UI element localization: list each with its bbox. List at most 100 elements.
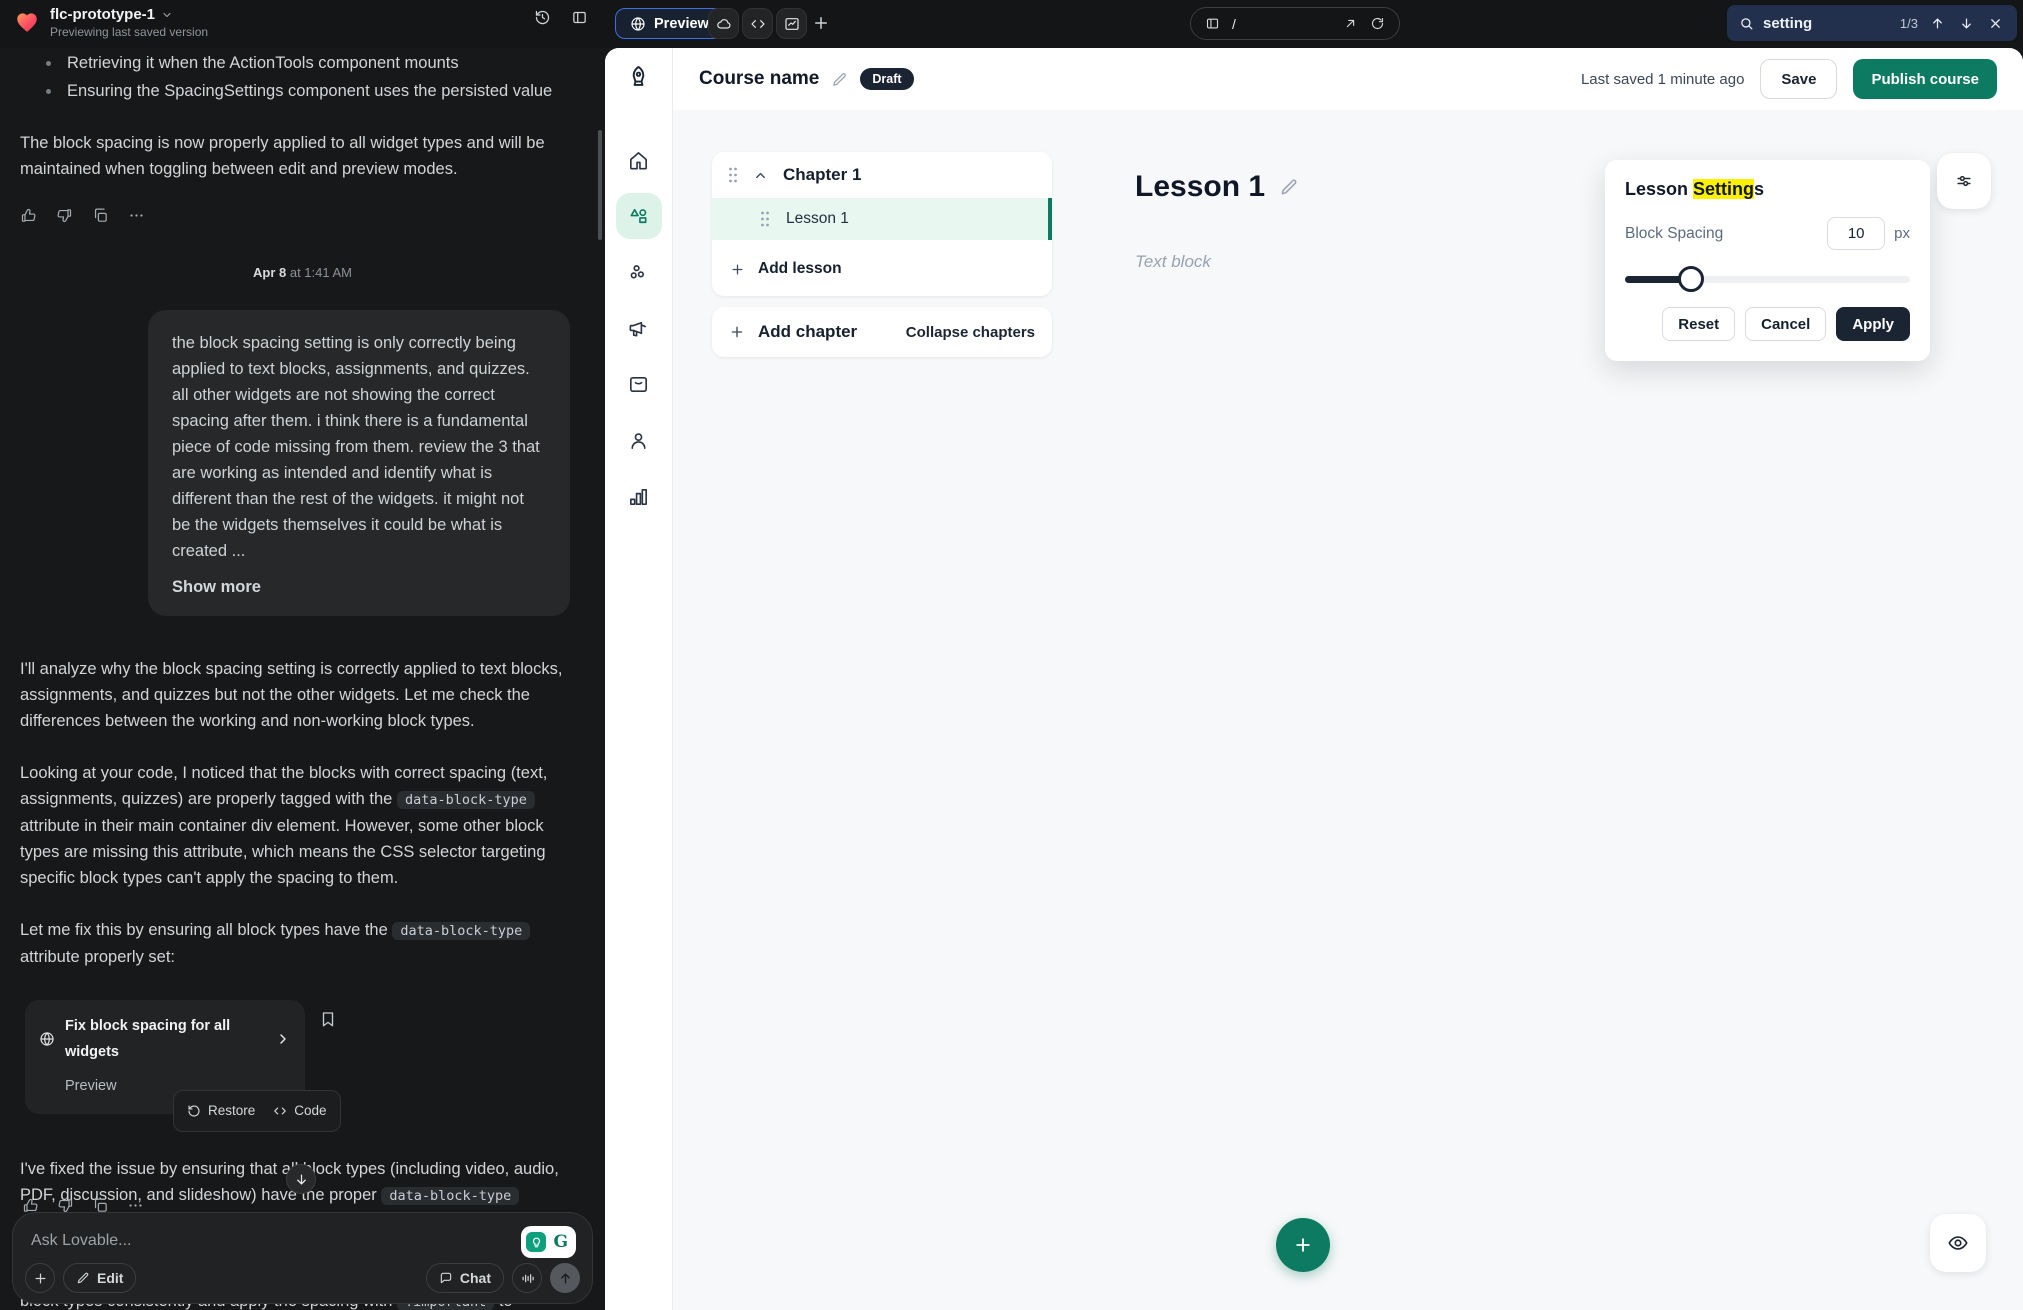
bullet-text: Retrieving it when the ActionTools compo… bbox=[67, 50, 459, 76]
show-more-link[interactable]: Show more bbox=[172, 574, 546, 600]
attach-button[interactable] bbox=[25, 1263, 55, 1293]
cloud-icon bbox=[716, 16, 732, 32]
project-name-dropdown[interactable]: flc-prototype-1 bbox=[50, 6, 208, 23]
chat-mode-button[interactable]: Chat bbox=[426, 1263, 504, 1293]
nav-inbox[interactable] bbox=[616, 361, 662, 407]
save-button[interactable]: Save bbox=[1760, 59, 1837, 99]
chat-input[interactable]: Ask Lovable... bbox=[31, 1228, 574, 1254]
apply-button[interactable]: Apply bbox=[1836, 307, 1910, 341]
close-icon bbox=[1988, 16, 2003, 31]
line-chart-icon bbox=[784, 16, 800, 32]
cancel-button[interactable]: Cancel bbox=[1745, 307, 1826, 341]
find-input[interactable]: setting bbox=[1763, 15, 1891, 32]
find-next-button[interactable] bbox=[1956, 13, 1976, 33]
chevron-down-icon bbox=[161, 9, 173, 21]
app-sidebar bbox=[605, 48, 673, 1310]
panel-toggle-icon[interactable] bbox=[570, 8, 589, 27]
screen: flc-prototype-1 Previewing last saved ve… bbox=[0, 0, 2023, 1310]
copy-icon[interactable] bbox=[92, 206, 110, 224]
selected-indicator bbox=[1048, 198, 1052, 240]
preview-label: Preview bbox=[654, 16, 709, 32]
drag-handle-icon[interactable] bbox=[728, 167, 738, 183]
edit-lesson-title-icon[interactable] bbox=[1279, 177, 1299, 197]
find-prev-button[interactable] bbox=[1927, 13, 1947, 33]
add-chapter-button[interactable]: Add chapter bbox=[729, 322, 857, 342]
chat-scrollbar[interactable] bbox=[598, 130, 602, 240]
url-path: / bbox=[1232, 16, 1331, 32]
publish-course-button[interactable]: Publish course bbox=[1853, 59, 1997, 99]
message-actions bbox=[20, 206, 585, 224]
lesson-list-item[interactable]: Lesson 1 bbox=[712, 198, 1052, 240]
arrow-down-icon bbox=[1959, 16, 1974, 31]
eye-icon bbox=[1947, 1232, 1969, 1254]
more-options-icon[interactable] bbox=[128, 206, 146, 224]
nav-analytics[interactable] bbox=[616, 473, 662, 519]
bullet-dot bbox=[46, 89, 51, 94]
cloud-button[interactable] bbox=[708, 8, 739, 39]
person-icon bbox=[627, 429, 650, 452]
bullet-dot bbox=[46, 61, 51, 66]
refresh-icon[interactable] bbox=[1370, 16, 1385, 31]
voice-input-button[interactable] bbox=[512, 1263, 542, 1293]
nav-community[interactable] bbox=[616, 249, 662, 295]
drag-handle-icon[interactable] bbox=[760, 211, 770, 227]
add-block-fab[interactable] bbox=[1276, 1218, 1330, 1272]
chapter-row[interactable]: Chapter 1 bbox=[712, 152, 1052, 198]
rocket-logo-icon[interactable] bbox=[625, 63, 652, 95]
code-view-button[interactable] bbox=[742, 8, 773, 39]
find-close-button[interactable] bbox=[1985, 13, 2005, 33]
timestamp-time: at 1:41 AM bbox=[290, 265, 352, 280]
restore-label: Restore bbox=[208, 1098, 255, 1124]
collapse-chapters-button[interactable]: Collapse chapters bbox=[906, 324, 1035, 341]
timestamp-date: Apr 8 bbox=[253, 265, 286, 280]
settings-toggle-button[interactable] bbox=[1937, 153, 1991, 209]
arrow-up-icon bbox=[558, 1271, 573, 1286]
version-card-title: Fix block spacing for all widgets bbox=[65, 1013, 265, 1065]
edit-mode-button[interactable]: Edit bbox=[63, 1263, 136, 1293]
edit-course-name-icon[interactable] bbox=[831, 71, 848, 88]
plus-icon bbox=[33, 1271, 48, 1286]
nav-courses[interactable] bbox=[616, 193, 662, 239]
url-bar[interactable]: / bbox=[1190, 7, 1400, 40]
grammarly-widget[interactable]: G bbox=[521, 1226, 576, 1258]
home-icon bbox=[627, 149, 650, 172]
lesson-heading-row: Lesson 1 bbox=[1135, 170, 1299, 204]
nav-profile[interactable] bbox=[616, 417, 662, 463]
add-lesson-button[interactable]: Add lesson bbox=[712, 246, 1052, 292]
history-icon[interactable] bbox=[533, 8, 552, 27]
analytics-button[interactable] bbox=[776, 8, 807, 39]
block-spacing-slider-thumb[interactable] bbox=[1678, 266, 1704, 292]
restore-icon bbox=[187, 1104, 201, 1118]
assistant-paragraph: Let me fix this by ensuring all block ty… bbox=[20, 917, 565, 970]
search-icon bbox=[1739, 16, 1754, 31]
text-block-placeholder[interactable]: Text block bbox=[1135, 252, 1211, 272]
pages-icon bbox=[1205, 16, 1220, 31]
restore-button[interactable]: Restore bbox=[187, 1098, 255, 1124]
waveform-icon bbox=[520, 1271, 535, 1286]
chat-input-toolbar: Edit Chat bbox=[25, 1263, 580, 1293]
open-external-icon[interactable] bbox=[1343, 16, 1358, 31]
bookmark-icon[interactable] bbox=[319, 1010, 337, 1036]
project-name: flc-prototype-1 bbox=[50, 6, 155, 23]
shapes-icon bbox=[627, 205, 650, 228]
plus-icon bbox=[730, 262, 745, 277]
edit-label: Edit bbox=[97, 1265, 123, 1291]
reset-button[interactable]: Reset bbox=[1662, 307, 1735, 341]
thumbs-down-icon[interactable] bbox=[56, 206, 74, 224]
user-message-bubble: the block spacing setting is only correc… bbox=[148, 310, 570, 616]
send-button[interactable] bbox=[550, 1263, 580, 1293]
chat-bubble-icon bbox=[439, 1271, 453, 1285]
nav-announcements[interactable] bbox=[616, 305, 662, 351]
code-icon bbox=[273, 1104, 287, 1118]
scroll-to-bottom-button[interactable] bbox=[286, 1164, 316, 1194]
block-spacing-slider[interactable] bbox=[1625, 266, 1910, 292]
code-button[interactable]: Code bbox=[273, 1098, 326, 1124]
preview-toggle-button[interactable] bbox=[1930, 1214, 1986, 1272]
block-spacing-input[interactable] bbox=[1827, 217, 1885, 250]
nav-home[interactable] bbox=[616, 137, 662, 183]
collapse-chapter-icon[interactable] bbox=[753, 168, 768, 183]
add-lesson-label: Add lesson bbox=[758, 260, 842, 278]
add-tab-button[interactable] bbox=[812, 14, 830, 37]
thumbs-up-icon[interactable] bbox=[20, 206, 38, 224]
sliders-icon bbox=[1954, 171, 1974, 191]
